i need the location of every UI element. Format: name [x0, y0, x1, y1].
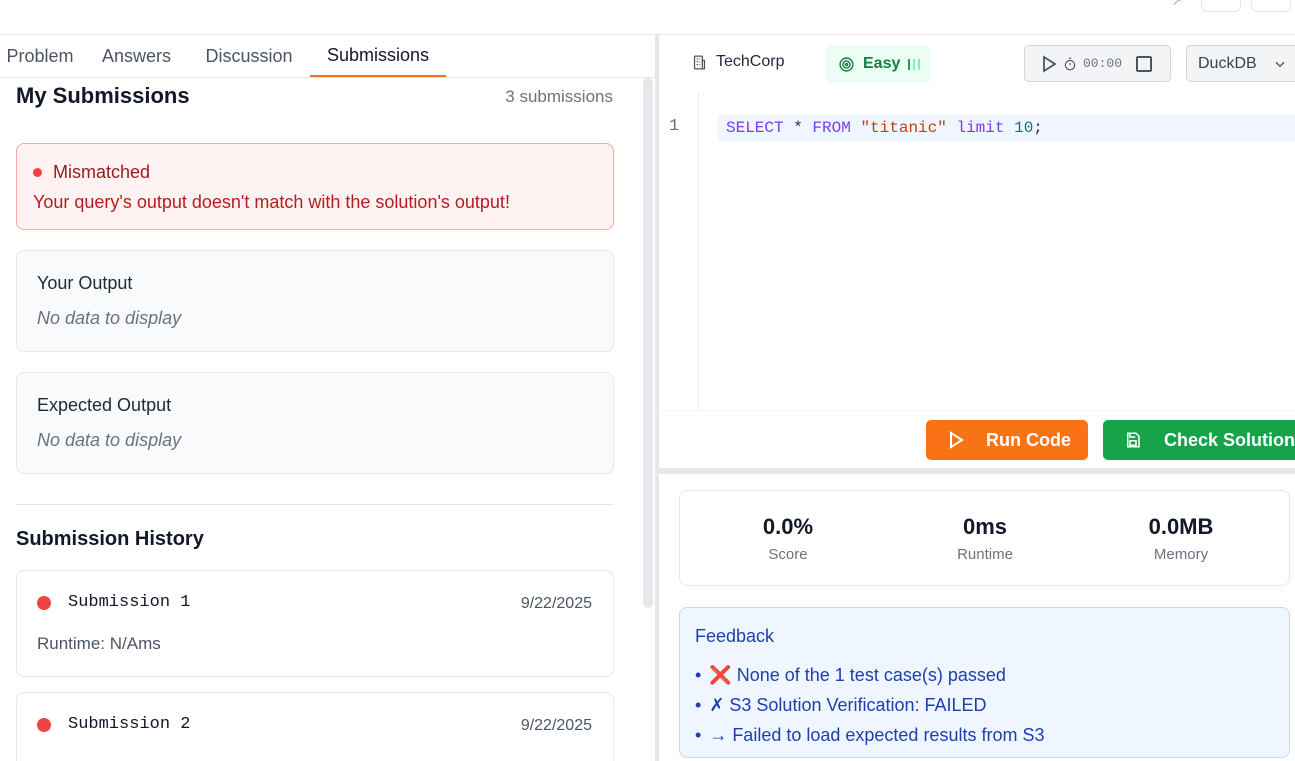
tab-problem[interactable]: Problem [0, 35, 80, 77]
stats-card: 0.0% Score 0ms Runtime 0.0MB Memory [679, 490, 1290, 586]
header-button-1[interactable] [1201, 0, 1241, 12]
your-output-title: Your Output [37, 273, 133, 293]
problem-tabs: Problem Answers Discussion Submissions [0, 35, 655, 78]
run-code-label: Run Code [986, 429, 1071, 450]
stat-runtime: 0ms Runtime [885, 514, 1085, 563]
status-dot-icon [37, 596, 51, 610]
right-pane: TechCorp Easy 00:00 DuckDB 1 SELECT * FR… [659, 35, 1295, 761]
expected-output-panel: Expected Output No data to display [16, 372, 614, 474]
code-editor[interactable]: 1 SELECT * FROM "titanic" limit 10; [659, 93, 1295, 410]
my-submissions-title: My Submissions [16, 83, 190, 108]
chevron-down-icon [1275, 61, 1285, 68]
code-table: "titanic" [860, 119, 947, 137]
engine-select[interactable]: DuckDB [1186, 45, 1295, 82]
history-item-name: Submission 1 [68, 593, 191, 612]
stat-score-label: Score [768, 546, 808, 563]
editor-toolbar: TechCorp Easy 00:00 DuckDB [659, 35, 1295, 93]
history-item-name: Submission 2 [68, 715, 191, 734]
check-solution-label: Check Solution [1164, 429, 1295, 450]
stat-memory-label: Memory [1153, 546, 1209, 563]
tab-discussion[interactable]: Discussion [193, 35, 305, 77]
results-panel: 0.0% Score 0ms Runtime 0.0MB Memory Feed… [659, 474, 1295, 761]
code-semicolon: ; [1033, 119, 1043, 137]
tab-submissions[interactable]: Submissions [310, 35, 446, 77]
left-scrollbar[interactable] [643, 78, 653, 608]
difficulty-label: Easy [863, 55, 901, 72]
line-number: 1 [669, 117, 680, 136]
left-pane: Problem Answers Discussion Submissions M… [0, 35, 655, 761]
feedback-text: ❌ None of the 1 test case(s) passed [709, 664, 1006, 685]
expected-output-title: Expected Output [37, 395, 172, 415]
history-item-date: 9/22/2025 [520, 717, 592, 734]
tab-answers[interactable]: Answers [90, 35, 183, 77]
action-bar: Run Code Check Solution [659, 410, 1295, 470]
code-star: * [783, 119, 813, 137]
play-icon[interactable] [1041, 54, 1057, 73]
code-keyword-limit: limit [956, 119, 1005, 137]
feedback-panel: Feedback • ❌ None of the 1 test case(s) p… [679, 607, 1290, 758]
your-output-panel: Your Output No data to display [16, 250, 614, 352]
section-divider [16, 504, 614, 505]
feedback-item: • ❌ None of the 1 test case(s) passed [695, 664, 1006, 685]
alert-status: Mismatched [53, 162, 151, 182]
mismatch-alert: Mismatched Your query's output doesn't m… [16, 143, 614, 230]
stop-icon[interactable] [1136, 55, 1153, 72]
status-dot-icon [37, 718, 51, 732]
feedback-title: Feedback [695, 626, 775, 646]
header-button-2[interactable] [1251, 0, 1291, 12]
your-output-empty: No data to display [37, 308, 182, 328]
feedback-text: → Failed to load expected results from S… [709, 724, 1045, 745]
stat-runtime-value: 0ms [962, 514, 1008, 539]
stat-score-value: 0.0% [762, 514, 814, 539]
code-line[interactable]: SELECT * FROM "titanic" limit 10; [718, 115, 1295, 141]
alert-message: Your query's output doesn't match with t… [33, 192, 510, 212]
save-icon [1127, 432, 1140, 448]
code-keyword-select: SELECT [726, 119, 784, 137]
play-icon [950, 431, 964, 449]
history-item-runtime: Runtime: N/Ams [37, 634, 161, 653]
history-item-2[interactable]: Submission 2 9/22/2025 [16, 692, 614, 761]
stat-score: 0.0% Score [688, 514, 888, 563]
check-solution-button[interactable]: Check Solution [1103, 420, 1295, 460]
feedback-text: ✗ S3 Solution Verification: FAILED [709, 694, 987, 715]
stat-memory-value: 0.0MB [1148, 514, 1214, 539]
code-number: 10 [1014, 119, 1034, 137]
feedback-item: • → Failed to load expected results from … [695, 724, 1045, 745]
timer-control: 00:00 [1024, 45, 1171, 82]
difficulty-bars-icon [908, 58, 921, 70]
difficulty-badge: Easy [826, 45, 931, 83]
share-icon[interactable]: ↗ [1172, 0, 1182, 8]
stat-memory: 0.0MB Memory [1081, 514, 1281, 563]
target-icon [839, 56, 854, 72]
line-gutter: 1 [659, 93, 699, 410]
stopwatch-icon [1064, 57, 1076, 70]
top-header: ↗ [0, 0, 1295, 35]
error-dot-icon [33, 168, 42, 177]
company-label: TechCorp [691, 53, 784, 71]
company-name: TechCorp [716, 53, 785, 70]
stat-runtime-label: Runtime [957, 546, 1013, 563]
expected-output-empty: No data to display [37, 430, 182, 450]
building-icon [693, 54, 706, 70]
feedback-list: • ❌ None of the 1 test case(s) passed • ✗ … [695, 660, 1044, 750]
run-code-button[interactable]: Run Code [926, 420, 1088, 460]
history-item-1[interactable]: Submission 1 9/22/2025 Runtime: N/Ams [16, 570, 614, 677]
timer-value: 00:00 [1083, 56, 1123, 71]
submission-count: 3 submissions [505, 87, 613, 106]
engine-value: DuckDB [1198, 54, 1257, 72]
code-keyword-from: FROM [812, 119, 851, 137]
submission-history-title: Submission History [16, 528, 204, 550]
history-item-date: 9/22/2025 [520, 595, 592, 612]
feedback-item: • ✗ S3 Solution Verification: FAILED [695, 694, 987, 715]
